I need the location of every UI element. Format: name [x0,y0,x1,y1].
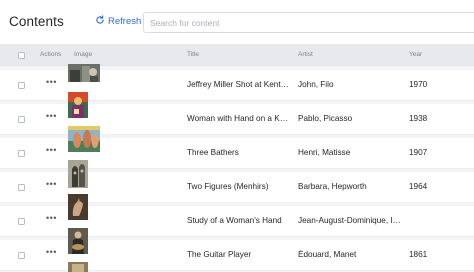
more-actions-icon[interactable]: ••• [46,213,57,223]
cell-year: 1938 [409,114,428,123]
refresh-icon [95,15,105,28]
row-checkbox[interactable] [18,218,25,225]
cell-title: Two Figures (Menhirs) [187,182,269,191]
row-checkbox[interactable] [18,184,25,191]
more-actions-icon[interactable]: ••• [46,111,57,121]
contents-table: Actions Image Title Artist Year ••• Jeff… [0,44,474,272]
cell-title: Jeffrey Miller Shot at Kent State [187,80,291,89]
more-actions-icon[interactable]: ••• [46,179,57,189]
page-title: Contents [9,14,64,29]
column-header-actions: Actions [40,51,62,58]
painting-thumbnail [68,92,88,118]
cell-title: Woman with Hand on a Knee [187,114,291,123]
top-bar: Contents Refresh [0,0,474,44]
row-checkbox[interactable] [18,116,25,123]
more-actions-icon[interactable]: ••• [46,247,57,257]
row-checkbox[interactable] [18,252,25,259]
more-actions-icon[interactable]: ••• [46,145,57,155]
cell-title: Study of a Woman's Hand [187,216,282,225]
column-header-year[interactable]: Year [409,51,422,58]
refresh-label: Refresh [108,16,142,27]
cell-artist: Pablo, Picasso [298,114,353,123]
sculpture-thumbnail [68,160,88,188]
row-checkbox[interactable] [18,82,25,89]
cell-year: 1861 [409,250,428,259]
photograph-thumbnail [68,64,100,82]
cell-artist: Barbara, Hepworth [298,182,367,191]
cell-artist: Édouard, Manet [298,250,357,259]
painting-thumbnail [68,228,88,254]
drawing-thumbnail [68,194,88,220]
painting-thumbnail [68,126,100,152]
column-header-image: Image [74,51,93,58]
table-header: Actions Image Title Artist Year [0,44,474,66]
more-actions-icon[interactable]: ••• [46,77,57,87]
cell-year: 1970 [409,80,428,89]
row-checkbox[interactable] [18,150,25,157]
cell-year: 1964 [409,182,428,191]
cell-title: The Guitar Player [187,250,252,259]
refresh-button[interactable]: Refresh [95,15,141,28]
column-header-artist[interactable]: Artist [298,51,313,58]
cell-artist: Henri, Matisse [298,148,351,157]
cell-title: Three Bathers [187,148,239,157]
select-all-checkbox[interactable] [18,52,25,59]
cell-year: 1907 [409,148,428,157]
column-header-title[interactable]: Title [187,51,199,58]
search-input[interactable] [143,12,474,33]
cell-artist: John, Filo [298,80,334,89]
painting-thumbnail [68,262,88,272]
cell-artist: Jean-August-Dominique, Ingres [298,216,404,225]
